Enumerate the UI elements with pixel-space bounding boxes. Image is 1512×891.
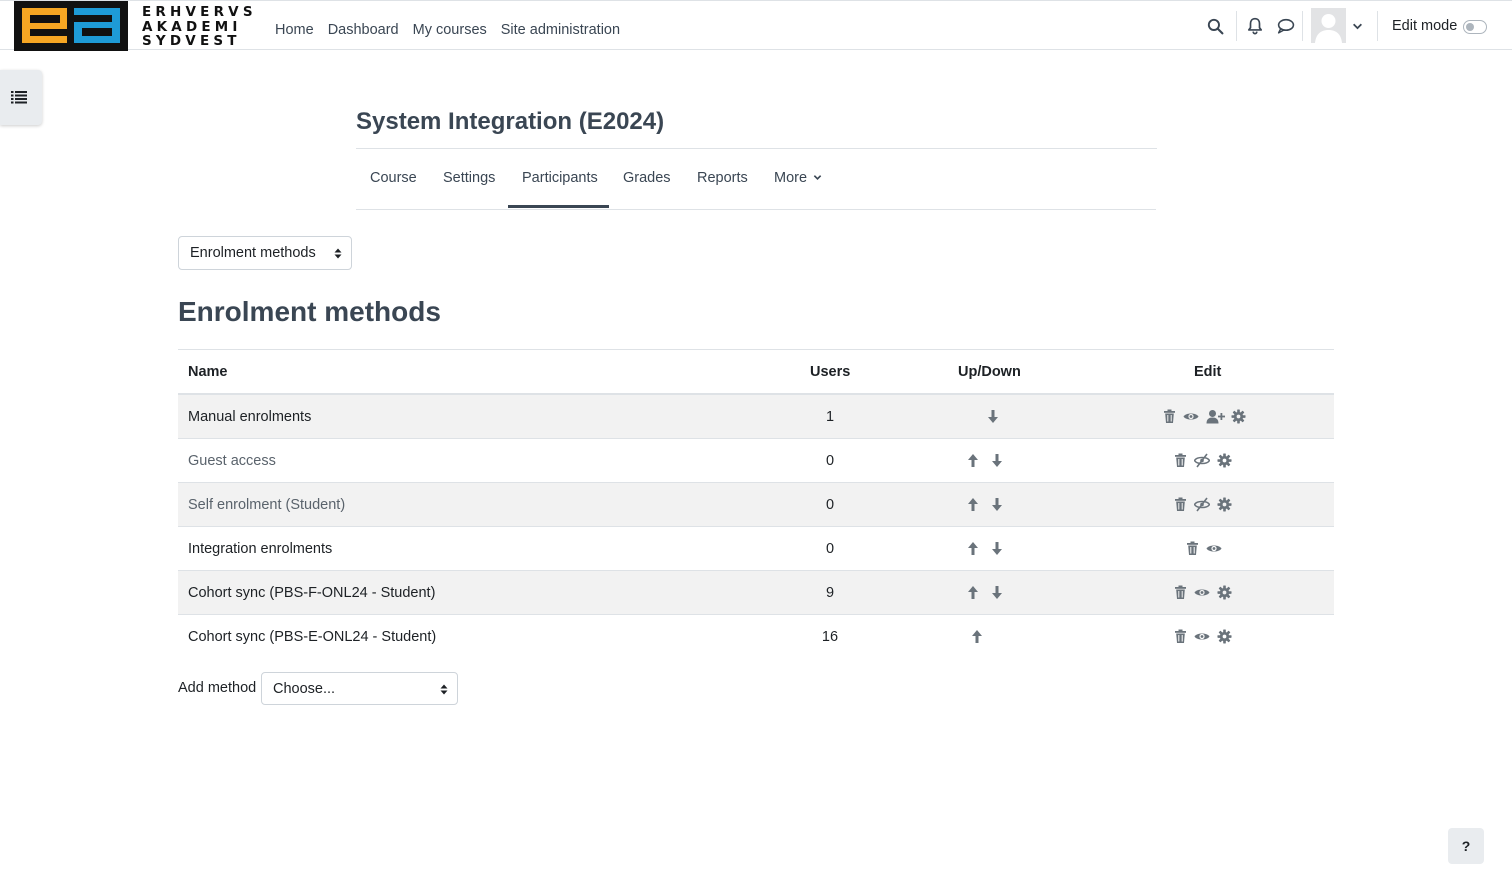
users-count: 9 xyxy=(825,585,835,601)
add-method-label: Add method xyxy=(178,680,257,696)
eye-slash-icon[interactable] xyxy=(1194,453,1210,468)
select-caret-icon xyxy=(440,684,448,695)
arrow-down-icon[interactable] xyxy=(986,409,1000,424)
navbar-divider xyxy=(1302,11,1303,41)
navbar-divider xyxy=(1236,11,1237,41)
eye-icon[interactable] xyxy=(1206,541,1222,556)
column-header-name: Name xyxy=(188,364,228,380)
nav-my-courses[interactable]: My courses xyxy=(413,22,487,38)
help-button[interactable]: ? xyxy=(1448,828,1484,864)
edit-mode-toggle[interactable] xyxy=(1463,20,1487,34)
gear-icon[interactable] xyxy=(1217,629,1232,644)
method-name: Cohort sync (PBS-E-ONL24 - Student) xyxy=(188,629,437,645)
column-header-updown: Up/Down xyxy=(958,364,1021,380)
navbar-divider xyxy=(1377,11,1378,41)
bell-icon[interactable] xyxy=(1246,17,1264,35)
users-count: 0 xyxy=(825,453,835,469)
table-row: Cohort sync (PBS-F-ONL24 - Student) 9 xyxy=(178,571,1334,615)
gear-icon[interactable] xyxy=(1217,497,1232,512)
site-logo[interactable] xyxy=(14,1,128,51)
users-count: 16 xyxy=(821,629,839,645)
eye-icon[interactable] xyxy=(1183,409,1199,424)
method-name: Manual enrolments xyxy=(188,409,312,425)
arrow-down-icon[interactable] xyxy=(990,453,1004,468)
nav-dashboard[interactable]: Dashboard xyxy=(328,22,399,38)
logo-line-2: AKADEMI xyxy=(142,18,242,35)
arrow-up-icon[interactable] xyxy=(966,541,980,556)
section-heading: Enrolment methods xyxy=(178,296,441,327)
arrow-up-icon[interactable] xyxy=(966,497,980,512)
tab-more-label: More xyxy=(774,170,808,186)
users-count: 1 xyxy=(825,409,835,425)
tab-reports[interactable]: Reports xyxy=(697,170,748,186)
table-row: Manual enrolments 1 xyxy=(178,395,1334,439)
search-icon[interactable] xyxy=(1207,18,1224,35)
add-method-select[interactable]: Choose... xyxy=(261,672,458,705)
trash-icon[interactable] xyxy=(1174,585,1187,600)
table-row: Cohort sync (PBS-E-ONL24 - Student) 16 xyxy=(178,615,1334,659)
logo-line-3: SYDVEST xyxy=(142,33,241,49)
page-select[interactable]: Enrolment methods xyxy=(178,236,352,270)
gear-icon[interactable] xyxy=(1217,453,1232,468)
trash-icon[interactable] xyxy=(1174,629,1187,644)
user-silhouette-icon xyxy=(1311,8,1346,43)
table-row: Integration enrolments 0 xyxy=(178,527,1334,571)
logo-line-1: ERHVERVS xyxy=(142,4,257,20)
course-index-toggle-button[interactable] xyxy=(0,70,42,125)
gear-icon[interactable] xyxy=(1231,409,1246,424)
users-count: 0 xyxy=(825,541,835,557)
page-select-value: Enrolment methods xyxy=(190,245,316,261)
column-header-users: Users xyxy=(810,364,851,380)
select-caret-icon xyxy=(334,248,342,259)
method-name: Guest access xyxy=(188,453,276,469)
arrow-down-icon[interactable] xyxy=(990,497,1004,512)
trash-icon[interactable] xyxy=(1174,497,1187,512)
trash-icon[interactable] xyxy=(1186,541,1199,556)
trash-icon[interactable] xyxy=(1163,409,1176,424)
active-tab-indicator xyxy=(508,205,609,208)
arrow-up-icon[interactable] xyxy=(966,585,980,600)
method-name: Self enrolment (Student) xyxy=(188,497,346,513)
method-name: Cohort sync (PBS-F-ONL24 - Student) xyxy=(188,585,436,601)
list-icon xyxy=(11,91,27,104)
secondary-navigation: Course Settings Participants Grades Repo… xyxy=(356,149,1156,210)
top-navbar: ERHVERVS AKADEMI SYDVEST Home Dashboard … xyxy=(0,0,1512,51)
method-name: Integration enrolments xyxy=(188,541,333,557)
table-header: Name Users Up/Down Edit xyxy=(178,350,1334,395)
nav-site-administration[interactable]: Site administration xyxy=(501,22,620,38)
enrolment-methods-table: Name Users Up/Down Edit Manual enrolment… xyxy=(178,349,1334,659)
logo-mark-icon xyxy=(14,1,128,51)
chat-icon[interactable] xyxy=(1276,17,1295,35)
table-row: Guest access 0 xyxy=(178,439,1334,483)
add-method-select-value: Choose... xyxy=(273,681,336,697)
arrow-down-icon[interactable] xyxy=(990,585,1004,600)
tab-more[interactable]: More xyxy=(774,170,822,186)
tab-settings[interactable]: Settings xyxy=(443,170,495,186)
tab-participants[interactable]: Participants xyxy=(522,170,598,186)
table-row: Self enrolment (Student) 0 xyxy=(178,483,1334,527)
edit-mode-label: Edit mode xyxy=(1392,18,1458,34)
column-header-edit: Edit xyxy=(1194,364,1222,380)
arrow-down-icon[interactable] xyxy=(990,541,1004,556)
logo-wordmark: ERHVERVS AKADEMI SYDVEST xyxy=(142,5,257,49)
arrow-up-icon[interactable] xyxy=(970,629,984,644)
arrow-up-icon[interactable] xyxy=(966,453,980,468)
chevron-down-icon[interactable] xyxy=(1352,21,1363,32)
avatar[interactable] xyxy=(1311,8,1346,43)
eye-icon[interactable] xyxy=(1194,585,1210,600)
eye-icon[interactable] xyxy=(1194,629,1210,644)
page-title: System Integration (E2024) xyxy=(356,108,665,135)
chevron-down-icon xyxy=(813,175,822,180)
users-count: 0 xyxy=(825,497,835,513)
tab-grades[interactable]: Grades xyxy=(623,170,671,186)
gear-icon[interactable] xyxy=(1217,585,1232,600)
primary-navigation: Home Dashboard My courses Site administr… xyxy=(275,22,620,38)
eye-slash-icon[interactable] xyxy=(1194,497,1210,512)
user-plus-icon[interactable] xyxy=(1206,409,1225,424)
tab-course[interactable]: Course xyxy=(370,170,417,186)
toggle-knob xyxy=(1466,23,1474,31)
trash-icon[interactable] xyxy=(1174,453,1187,468)
nav-home[interactable]: Home xyxy=(275,22,314,38)
